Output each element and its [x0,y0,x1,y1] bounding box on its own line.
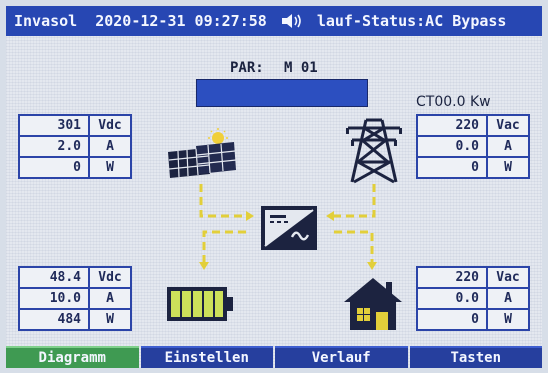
tab-tasten[interactable]: Tasten [409,346,542,368]
energy-flow-lines [199,184,377,270]
inverter-display: Invasol 2020-12-31 09:27:58 lauf-Status:… [6,6,542,368]
tab-verlauf[interactable]: Verlauf [275,346,408,368]
bottom-tab-bar: Diagramm Einstellen Verlauf Tasten [6,346,542,368]
battery-icon [167,287,233,321]
inverter-icon [261,206,317,250]
house-icon [344,278,402,330]
solar-panel-icon [168,128,237,178]
power-tower-icon [346,118,402,184]
tab-einstellen[interactable]: Einstellen [140,346,273,368]
tab-diagramm[interactable]: Diagramm [6,346,139,368]
